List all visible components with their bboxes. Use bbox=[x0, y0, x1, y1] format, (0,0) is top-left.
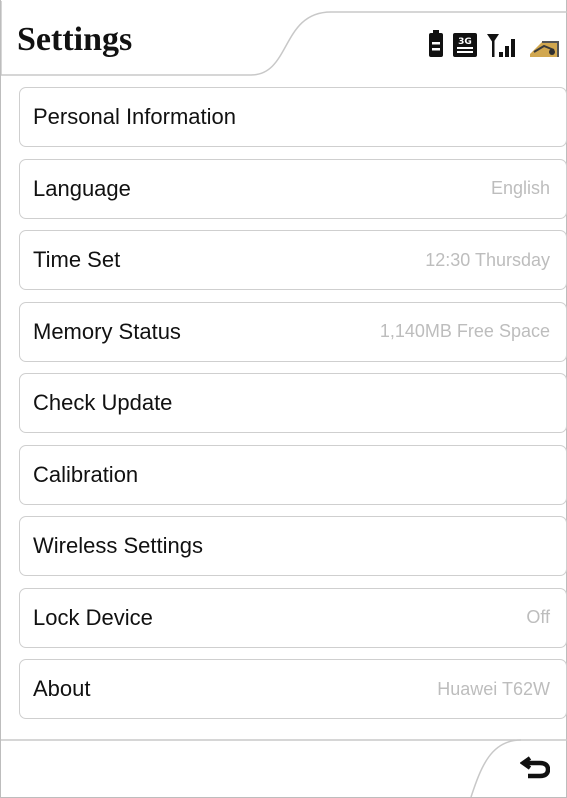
signal-strength-icon bbox=[486, 30, 520, 58]
page-title: Settings bbox=[17, 21, 133, 58]
back-button[interactable] bbox=[512, 747, 558, 787]
footer-bar bbox=[1, 727, 567, 797]
item-label: Wireless Settings bbox=[33, 533, 203, 558]
item-label: Personal Information bbox=[33, 104, 236, 129]
item-label: Language bbox=[33, 175, 131, 201]
settings-item-lock-device[interactable]: Lock Device Off bbox=[19, 587, 567, 648]
item-label: Lock Device bbox=[33, 604, 153, 630]
item-value: Off bbox=[526, 607, 550, 627]
item-label: Check Update bbox=[33, 390, 173, 415]
network-badge-text: 3G bbox=[458, 37, 472, 47]
header-bar: Settings 3G bbox=[1, 0, 567, 80]
item-label: Time Set bbox=[33, 247, 121, 272]
item-value: Huawei T62W bbox=[437, 678, 550, 699]
settings-item-language[interactable]: Language English bbox=[19, 158, 567, 219]
battery-icon bbox=[428, 30, 444, 58]
footer-tab-outline bbox=[1, 739, 567, 797]
item-label: Calibration bbox=[33, 461, 139, 487]
3g-icon: 3G bbox=[452, 30, 478, 58]
settings-item-time-set[interactable]: Time Set 12:30 Thursday bbox=[19, 230, 567, 290]
settings-item-about[interactable]: About Huawei T62W bbox=[19, 659, 567, 719]
status-bar: 3G bbox=[428, 28, 560, 60]
item-value: English bbox=[490, 178, 550, 198]
back-arrow-icon bbox=[520, 756, 550, 779]
settings-list: Personal Information Language English Ti… bbox=[19, 87, 567, 731]
settings-item-personal-information[interactable]: Personal Information bbox=[19, 87, 567, 147]
item-label: About bbox=[33, 676, 91, 701]
settings-item-wireless-settings[interactable]: Wireless Settings bbox=[19, 516, 567, 576]
item-label: Memory Status bbox=[33, 318, 181, 344]
settings-screen: Settings 3G Personal Information Languag… bbox=[0, 0, 567, 798]
item-value: 12:30 Thursday bbox=[425, 249, 550, 270]
settings-item-calibration[interactable]: Calibration bbox=[19, 444, 567, 505]
settings-item-memory-status[interactable]: Memory Status 1,140MB Free Space bbox=[19, 301, 567, 362]
item-value: 1,140MB Free Space bbox=[379, 321, 550, 341]
wifi-icon bbox=[528, 30, 560, 58]
settings-item-check-update[interactable]: Check Update bbox=[19, 373, 567, 433]
